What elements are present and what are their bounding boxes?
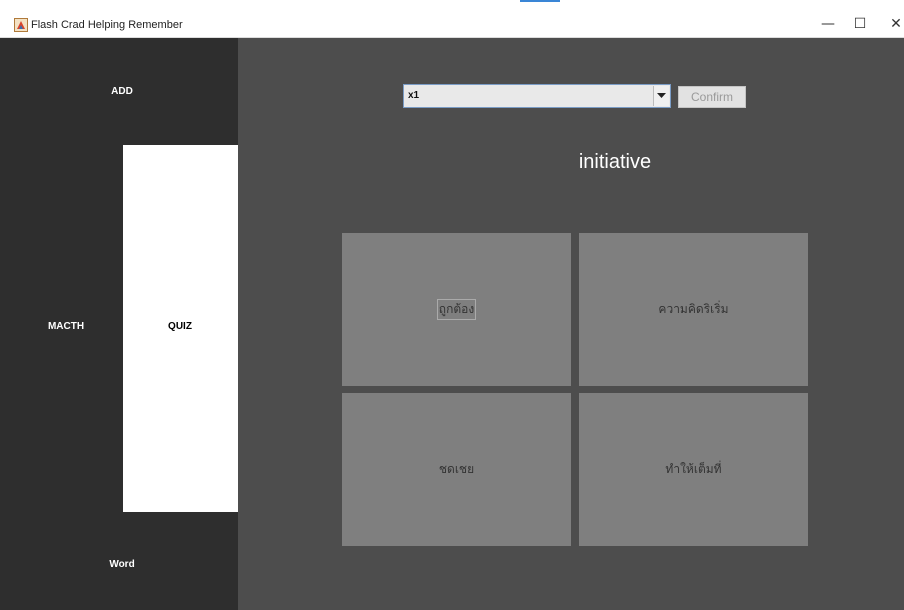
maximize-icon: ☐ xyxy=(853,16,867,32)
chevron-down-icon xyxy=(657,93,666,98)
sidebar-item-match[interactable]: MACTH xyxy=(48,321,84,333)
close-icon: ✕ xyxy=(890,16,902,32)
quiz-word: initiative xyxy=(578,151,652,173)
title-bar-accent xyxy=(520,0,560,2)
window-title: Flash Crad Helping Remember xyxy=(31,19,183,31)
answer-option-3[interactable]: ชดเชย xyxy=(342,393,571,546)
sidebar-item-quiz-label: QUIZ xyxy=(168,321,192,332)
quiz-main-panel: x1 Confirm initiative ถูกต้อง ความคิดริเ… xyxy=(238,38,904,610)
minimize-icon: — xyxy=(821,16,835,32)
answer-option-2[interactable]: ความคิดริเริ่ม xyxy=(579,233,808,386)
answer-option-1-label: ถูกต้อง xyxy=(436,299,477,320)
deck-select-value: x1 xyxy=(408,90,420,101)
close-button[interactable]: ✕ xyxy=(876,12,904,36)
answer-option-1[interactable]: ถูกต้อง xyxy=(342,233,571,386)
title-bar: Flash Crad Helping Remember — ☐ ✕ xyxy=(0,0,904,38)
maximize-button[interactable]: ☐ xyxy=(840,12,880,36)
app-window: Flash Crad Helping Remember — ☐ ✕ ADD MA… xyxy=(0,0,904,610)
answer-option-2-label: ความคิดริเริ่ม xyxy=(658,302,729,316)
answer-option-4[interactable]: ทำให้เต็มที่ xyxy=(579,393,808,546)
answer-option-4-label: ทำให้เต็มที่ xyxy=(665,462,722,476)
dropdown-arrow-button[interactable] xyxy=(653,86,669,106)
answer-option-3-label: ชดเชย xyxy=(438,462,475,476)
sidebar-item-word[interactable]: Word xyxy=(109,559,134,571)
java-app-icon xyxy=(14,18,28,32)
confirm-button[interactable]: Confirm xyxy=(678,86,746,108)
sidebar-item-quiz[interactable]: QUIZ xyxy=(123,145,238,512)
sidebar-item-add[interactable]: ADD xyxy=(111,86,133,98)
sidebar: ADD MACTH QUIZ Word xyxy=(0,38,238,610)
deck-select[interactable]: x1 xyxy=(403,84,671,108)
